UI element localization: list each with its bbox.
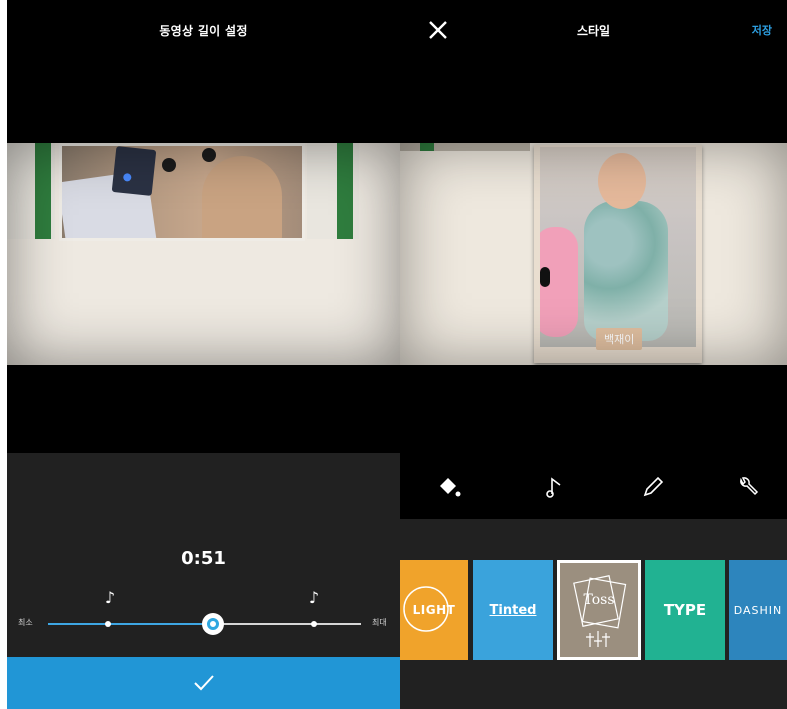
min-label: 최소 xyxy=(18,618,33,627)
style-card-light[interactable]: LIGHT xyxy=(400,560,468,660)
style-card-type[interactable]: TYPE xyxy=(645,560,725,660)
duration-label: 0:51 xyxy=(181,548,226,569)
music-marker[interactable] xyxy=(105,621,111,627)
checkmark-icon xyxy=(193,675,214,691)
style-picker: LIGHT Tinted Toss TYPE DASHIN xyxy=(400,519,787,709)
header: 스타일 저장 xyxy=(400,0,787,60)
tool-bar xyxy=(400,458,787,520)
style-label: TYPE xyxy=(663,601,707,619)
save-button[interactable]: 저장 xyxy=(752,22,772,38)
pencil-icon[interactable] xyxy=(640,474,666,500)
max-label: 최대 xyxy=(372,618,387,627)
style-card-toss[interactable]: Toss xyxy=(557,560,641,660)
confirm-button[interactable] xyxy=(7,657,400,709)
slider-knob[interactable] xyxy=(202,613,224,635)
screenshot-root: 동영상 길이 설정 0:51 ♪ ♪ 최소 최대 스타일 저장 백재이 LIGH… xyxy=(0,0,787,709)
music-note-icon[interactable] xyxy=(542,474,568,500)
toss-style-graphic xyxy=(573,575,627,647)
paint-bucket-icon[interactable] xyxy=(435,474,461,500)
wrench-icon[interactable] xyxy=(735,474,761,500)
video-preview xyxy=(7,143,400,365)
music-note-icon[interactable]: ♪ xyxy=(307,589,321,607)
video-length-screen: 동영상 길이 설정 0:51 ♪ ♪ 최소 최대 xyxy=(7,0,400,709)
style-label: Toss xyxy=(583,592,615,608)
page-title: 동영상 길이 설정 xyxy=(159,23,248,38)
music-marker[interactable] xyxy=(311,621,317,627)
style-card-tinted[interactable]: Tinted xyxy=(473,560,553,660)
trim-controls: 0:51 ♪ ♪ 최소 최대 xyxy=(7,453,400,657)
slider-fill xyxy=(48,623,212,625)
style-label: LIGHT xyxy=(412,603,456,617)
video-preview: 백재이 xyxy=(400,143,787,365)
music-note-icon[interactable]: ♪ xyxy=(103,589,117,607)
style-card-dashing[interactable]: DASHIN xyxy=(729,560,787,660)
page-title: 스타일 xyxy=(576,24,611,38)
style-screen: 스타일 저장 백재이 LIGHT Tinted Toss TYPE DASHIN xyxy=(400,0,787,709)
style-label: DASHIN xyxy=(733,603,783,617)
style-label: Tinted xyxy=(489,602,537,618)
